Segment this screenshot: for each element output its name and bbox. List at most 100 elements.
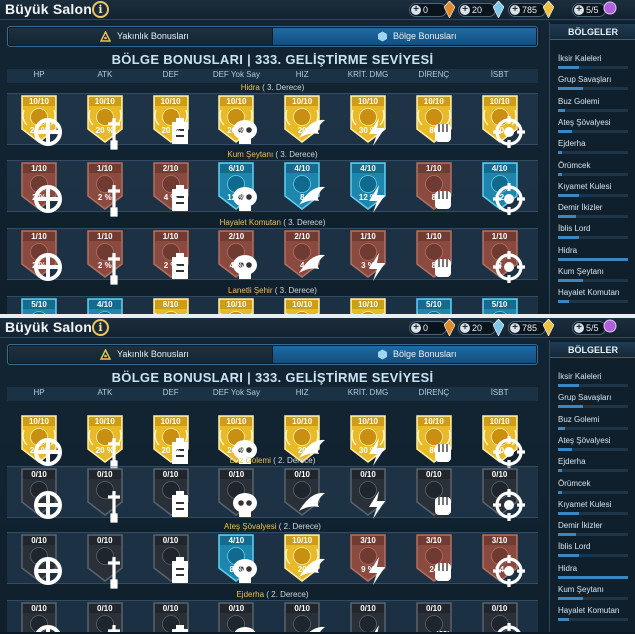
- bonus-shield[interactable]: 1/10 2 %: [87, 230, 123, 285]
- sidebar-region-item[interactable]: Ateş Şövalyesi: [553, 434, 633, 455]
- bonus-shield[interactable]: 0/10: [218, 602, 256, 632]
- bonus-shield[interactable]: 1/10 8: [416, 230, 452, 278]
- bonus-shield[interactable]: 1/10 2 %: [21, 230, 62, 281]
- bonus-shield[interactable]: 0/10: [481, 602, 521, 632]
- bonus-shield[interactable]: 4/10: [87, 298, 123, 314]
- sidebar-region-item[interactable]: Ejderha: [553, 455, 633, 476]
- sidebar-region-item[interactable]: Hayalet Komutan: [553, 604, 633, 625]
- sidebar-region-item[interactable]: Buz Golemi: [553, 95, 633, 116]
- bonus-shield[interactable]: 0/10: [350, 468, 386, 519]
- sidebar-region-item[interactable]: Demir İkizler: [553, 201, 633, 222]
- sidebar-region-item[interactable]: Hidra: [553, 244, 633, 265]
- resource-counter[interactable]: +785: [508, 318, 555, 337]
- bonus-shield[interactable]: 10/10 80: [481, 95, 525, 148]
- tab-region-bonuses[interactable]: Bölge Bonusları: [273, 346, 536, 363]
- bonus-shield[interactable]: 0/10: [416, 602, 452, 632]
- bonus-shield[interactable]: 10/10 20 %: [87, 95, 123, 150]
- bonus-shield[interactable]: 0/10: [87, 602, 123, 632]
- bonus-shield[interactable]: 3/10 24: [416, 534, 452, 582]
- sidebar-region-item[interactable]: Hidra: [553, 562, 633, 583]
- bonus-shield[interactable]: 1/10 2 %: [152, 230, 189, 279]
- bonus-shield[interactable]: 0/10: [21, 534, 62, 585]
- bonus-shield[interactable]: 0/10: [284, 468, 326, 516]
- resource-counter[interactable]: +785: [508, 0, 555, 19]
- bonus-shield[interactable]: 4/10 8: [284, 162, 326, 210]
- info-icon[interactable]: i: [92, 319, 109, 336]
- bonus-shield[interactable]: 0/10: [21, 602, 61, 632]
- sidebar-region-item[interactable]: Buz Golemi: [553, 413, 633, 434]
- bonus-shield[interactable]: 1/10 8: [481, 230, 525, 283]
- sidebar-region-item[interactable]: Kum Şeytanı: [553, 583, 633, 604]
- resource-counter[interactable]: +0: [409, 0, 456, 19]
- bonus-shield[interactable]: 0/10: [87, 534, 123, 589]
- bonus-shield[interactable]: 0/10: [152, 468, 189, 517]
- bonus-shield[interactable]: 10/10 20: [284, 95, 326, 143]
- bonus-shield[interactable]: 0/10: [152, 534, 189, 583]
- bonus-shield[interactable]: 3/10 24: [481, 534, 525, 587]
- sidebar-region-item[interactable]: İksir Kaleleri: [553, 370, 633, 391]
- bonus-shield[interactable]: 1/10 2 %: [21, 162, 62, 213]
- sidebar-region-item[interactable]: Örümcek: [553, 477, 633, 498]
- bonus-shield[interactable]: 10/10 20 %: [218, 95, 258, 144]
- resource-counter[interactable]: +5/5: [572, 1, 617, 17]
- bonus-shield[interactable]: 8/10: [152, 298, 189, 314]
- bonus-shield[interactable]: 0/10: [284, 602, 326, 632]
- sidebar-region-item[interactable]: Kıyamet Kulesi: [553, 498, 633, 519]
- bonus-shield[interactable]: 0/10: [350, 602, 386, 632]
- bonus-shield[interactable]: 6/10 12 %: [218, 162, 258, 211]
- bonus-shield[interactable]: 2/10 4 %: [218, 230, 258, 279]
- add-resource-icon[interactable]: +: [574, 5, 584, 15]
- add-resource-icon[interactable]: +: [411, 323, 421, 333]
- bonus-shield[interactable]: 0/10: [87, 468, 123, 523]
- bonus-shield[interactable]: 0/10: [416, 468, 452, 516]
- add-resource-icon[interactable]: +: [460, 323, 470, 333]
- sidebar-region-item[interactable]: İblis Lord: [553, 540, 633, 561]
- bonus-shield[interactable]: 4/10 8 %: [218, 534, 258, 583]
- add-resource-icon[interactable]: +: [510, 323, 520, 333]
- bonus-shield[interactable]: 0/10: [481, 468, 525, 521]
- sidebar-region-item[interactable]: Kum Şeytanı: [553, 265, 633, 286]
- sidebar-region-item[interactable]: Demir İkizler: [553, 519, 633, 540]
- bonus-shield[interactable]: 2/10 4 %: [152, 162, 189, 211]
- bonus-shield[interactable]: 1/10 3 %: [350, 230, 386, 281]
- tab-region-bonuses[interactable]: Bölge Bonusları: [273, 28, 536, 45]
- resource-counter[interactable]: +0: [409, 318, 456, 337]
- sidebar-region-item[interactable]: Örümcek: [553, 159, 633, 180]
- bonus-shield[interactable]: 10/10 30 %: [350, 95, 386, 146]
- tab-affinity-bonuses[interactable]: Yakınlık Bonusları: [9, 346, 272, 363]
- sidebar-region-item[interactable]: Ateş Şövalyesi: [553, 116, 633, 137]
- bonus-shield[interactable]: 2/10 4: [284, 230, 326, 278]
- tab-affinity-bonuses[interactable]: Yakınlık Bonusları: [9, 28, 272, 45]
- bonus-shield[interactable]: 10/10 20 %: [152, 95, 189, 144]
- bonus-shield[interactable]: 1/10 8: [416, 162, 452, 210]
- add-resource-icon[interactable]: +: [574, 323, 584, 333]
- bonus-shield[interactable]: 10/10: [284, 298, 320, 314]
- bonus-shield[interactable]: 10/10 80: [416, 95, 452, 143]
- bonus-shield[interactable]: 10/10 20 %: [21, 95, 62, 146]
- bonus-shield[interactable]: 10/10: [218, 298, 255, 314]
- sidebar-region-item[interactable]: Grup Savaşları: [553, 391, 633, 412]
- resource-counter[interactable]: +5/5: [572, 319, 617, 335]
- resource-counter[interactable]: +20: [458, 318, 505, 337]
- bonus-shield[interactable]: 0/10: [218, 468, 258, 517]
- bonus-shield[interactable]: 5/10: [21, 298, 57, 314]
- bonus-shield[interactable]: 10/10 20: [284, 534, 326, 582]
- info-icon[interactable]: i: [92, 1, 109, 18]
- bonus-shield[interactable]: 5/10: [481, 298, 518, 314]
- sidebar-region-item[interactable]: Hayalet Komutan: [553, 286, 633, 307]
- bonus-shield[interactable]: 10/10: [350, 298, 386, 314]
- sidebar-region-item[interactable]: İblis Lord: [553, 222, 633, 243]
- sidebar-region-item[interactable]: Ejderha: [553, 137, 633, 158]
- add-resource-icon[interactable]: +: [411, 5, 421, 15]
- bonus-shield[interactable]: 0/10: [21, 468, 62, 519]
- sidebar-region-item[interactable]: Grup Savaşları: [553, 73, 633, 94]
- add-resource-icon[interactable]: +: [510, 5, 520, 15]
- bonus-shield[interactable]: 1/10 2 %: [87, 162, 123, 217]
- sidebar-region-item[interactable]: İksir Kaleleri: [553, 52, 633, 73]
- bonus-shield[interactable]: 4/10 12 %: [350, 162, 386, 213]
- resource-counter[interactable]: +20: [458, 0, 505, 19]
- bonus-shield[interactable]: 4/10 32: [481, 162, 525, 215]
- add-resource-icon[interactable]: +: [460, 5, 470, 15]
- bonus-shield[interactable]: 3/10 9 %: [350, 534, 386, 585]
- sidebar-region-item[interactable]: Kıyamet Kulesi: [553, 180, 633, 201]
